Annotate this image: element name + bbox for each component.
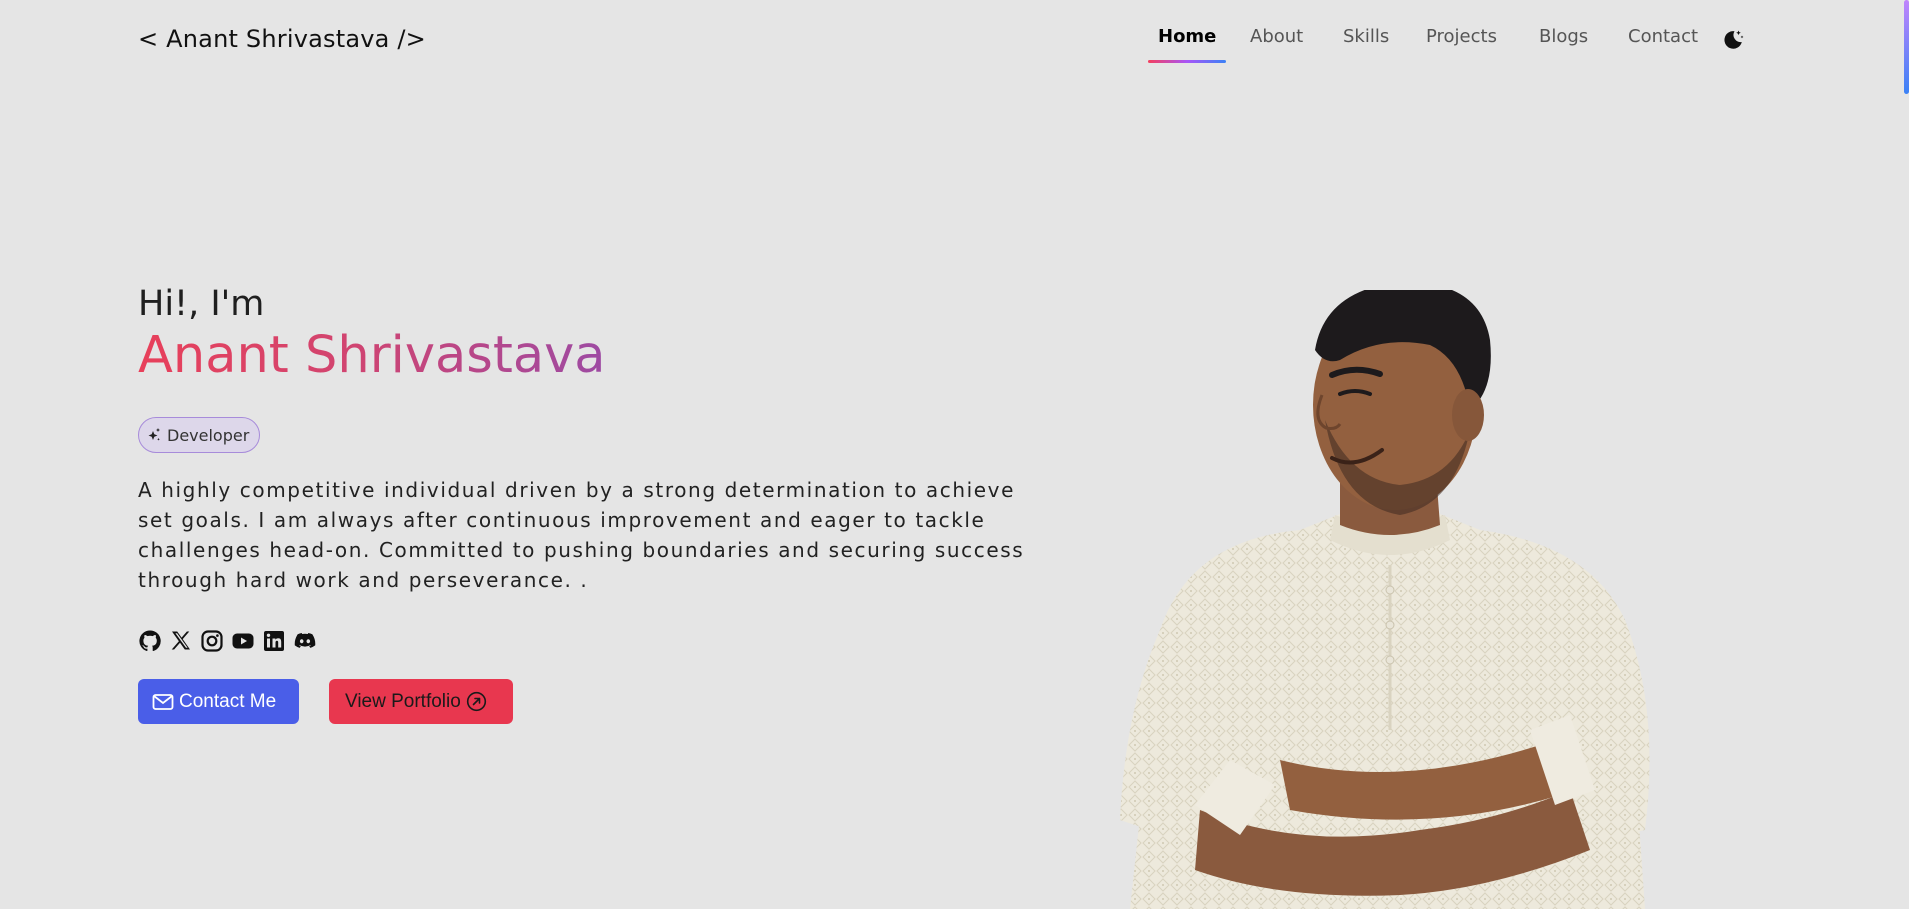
arrow-up-right-circle-icon bbox=[466, 691, 486, 712]
intro-text: A highly competitive individual driven b… bbox=[138, 478, 1025, 592]
nav-contact[interactable]: Contact bbox=[1628, 26, 1698, 47]
contact-me-label: Contact Me bbox=[179, 690, 277, 712]
role-badge: Developer bbox=[138, 417, 261, 453]
nav-home[interactable]: Home bbox=[1148, 26, 1227, 63]
role-badge-label: Developer bbox=[167, 425, 250, 445]
discord-icon[interactable] bbox=[293, 629, 317, 653]
x-twitter-icon[interactable] bbox=[169, 629, 193, 653]
hero-greeting: Hi!, I'm bbox=[138, 284, 265, 324]
nav-blogs[interactable]: Blogs bbox=[1539, 26, 1588, 47]
nav-projects[interactable]: Projects bbox=[1426, 26, 1497, 47]
scrollbar-thumb[interactable] bbox=[1904, 0, 1909, 94]
nav-about[interactable]: About bbox=[1250, 26, 1303, 47]
envelope-icon bbox=[152, 693, 174, 710]
linkedin-icon[interactable] bbox=[262, 629, 286, 653]
profile-photo bbox=[1120, 290, 1650, 909]
instagram-icon[interactable] bbox=[200, 629, 224, 653]
nav-skills[interactable]: Skills bbox=[1343, 26, 1389, 47]
sparkles-icon bbox=[148, 428, 160, 441]
active-nav-indicator bbox=[1148, 60, 1227, 63]
nav-home-label: Home bbox=[1158, 26, 1217, 47]
brand-logo[interactable]: < Anant Shrivastava /> bbox=[138, 25, 426, 53]
youtube-icon[interactable] bbox=[231, 629, 255, 653]
social-links bbox=[138, 629, 317, 653]
contact-me-button[interactable]: Contact Me bbox=[138, 679, 299, 724]
github-icon[interactable] bbox=[138, 629, 162, 653]
hero-name: Anant Shrivastava bbox=[138, 326, 606, 385]
moon-stars-icon[interactable] bbox=[1721, 28, 1745, 52]
view-portfolio-label: View Portfolio bbox=[345, 690, 461, 712]
view-portfolio-button[interactable]: View Portfolio bbox=[329, 679, 513, 724]
